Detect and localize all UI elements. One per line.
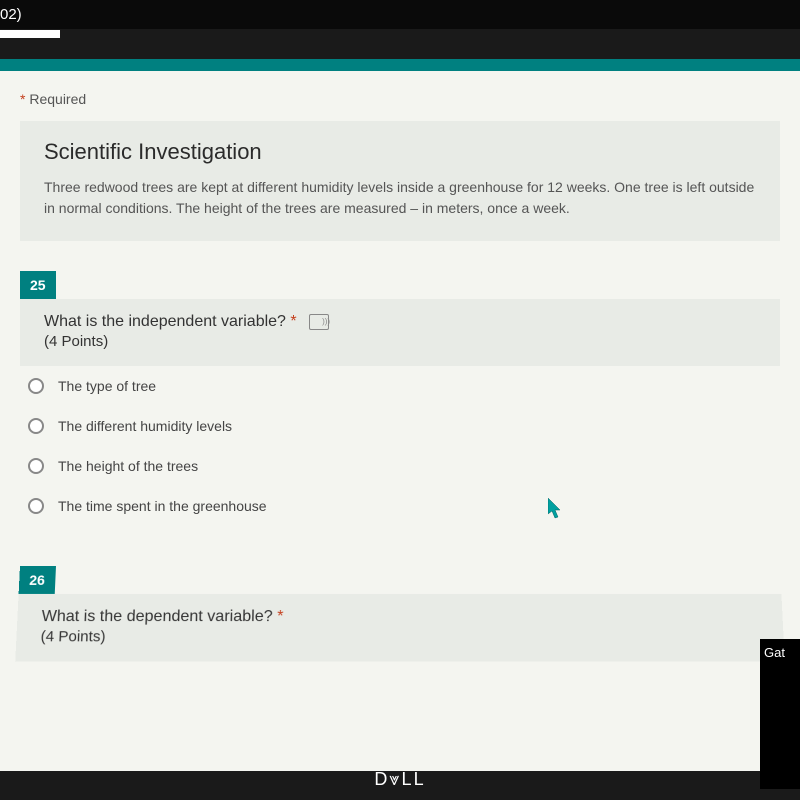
window-top-bar: 02) bbox=[0, 0, 800, 29]
required-row: * Required bbox=[0, 91, 800, 121]
question-text: What is the independent variable? * bbox=[44, 313, 756, 331]
question-number-badge: 25 bbox=[20, 271, 56, 299]
question-points: (4 Points) bbox=[44, 333, 756, 350]
required-asterisk: * bbox=[20, 91, 25, 107]
option-label: The height of the trees bbox=[58, 458, 198, 474]
section-card: Scientific Investigation Three redwood t… bbox=[20, 121, 780, 241]
side-overlay: Gat bbox=[760, 639, 800, 789]
question-25: 25 What is the independent variable? * (… bbox=[20, 271, 780, 526]
option-row[interactable]: The time spent in the greenhouse bbox=[28, 486, 772, 526]
form-body: * Required Scientific Investigation Thre… bbox=[0, 71, 800, 771]
question-text: What is the dependent variable? * bbox=[41, 608, 759, 626]
question-number-badge: 26 bbox=[19, 566, 56, 594]
options-list: The type of tree The different humidity … bbox=[20, 366, 780, 526]
section-description: Three redwood trees are kept at differen… bbox=[44, 177, 756, 219]
top-bar-text: 02) bbox=[0, 6, 22, 23]
question-points: (4 Points) bbox=[40, 628, 759, 645]
option-label: The different humidity levels bbox=[58, 418, 232, 434]
question-header: What is the dependent variable? * (4 Poi… bbox=[15, 594, 785, 662]
radio-icon[interactable] bbox=[28, 498, 44, 514]
white-box bbox=[0, 30, 60, 38]
question-26: 26 What is the dependent variable? * (4 … bbox=[15, 566, 785, 662]
required-asterisk: * bbox=[277, 608, 284, 625]
option-label: The time spent in the greenhouse bbox=[58, 498, 267, 514]
teal-strip bbox=[0, 59, 800, 71]
required-asterisk: * bbox=[290, 313, 296, 330]
question-header: What is the independent variable? * (4 P… bbox=[20, 299, 780, 366]
option-row[interactable]: The height of the trees bbox=[28, 446, 772, 486]
overlay-label: Gat bbox=[764, 645, 785, 660]
dell-logo: D⩔LL bbox=[374, 769, 425, 790]
section-title: Scientific Investigation bbox=[44, 139, 756, 165]
radio-icon[interactable] bbox=[28, 378, 44, 394]
required-label: Required bbox=[29, 91, 86, 107]
radio-icon[interactable] bbox=[28, 418, 44, 434]
immersive-reader-icon[interactable] bbox=[309, 314, 329, 330]
option-label: The type of tree bbox=[58, 378, 156, 394]
option-row[interactable]: The type of tree bbox=[28, 366, 772, 406]
option-row[interactable]: The different humidity levels bbox=[28, 406, 772, 446]
radio-icon[interactable] bbox=[28, 458, 44, 474]
